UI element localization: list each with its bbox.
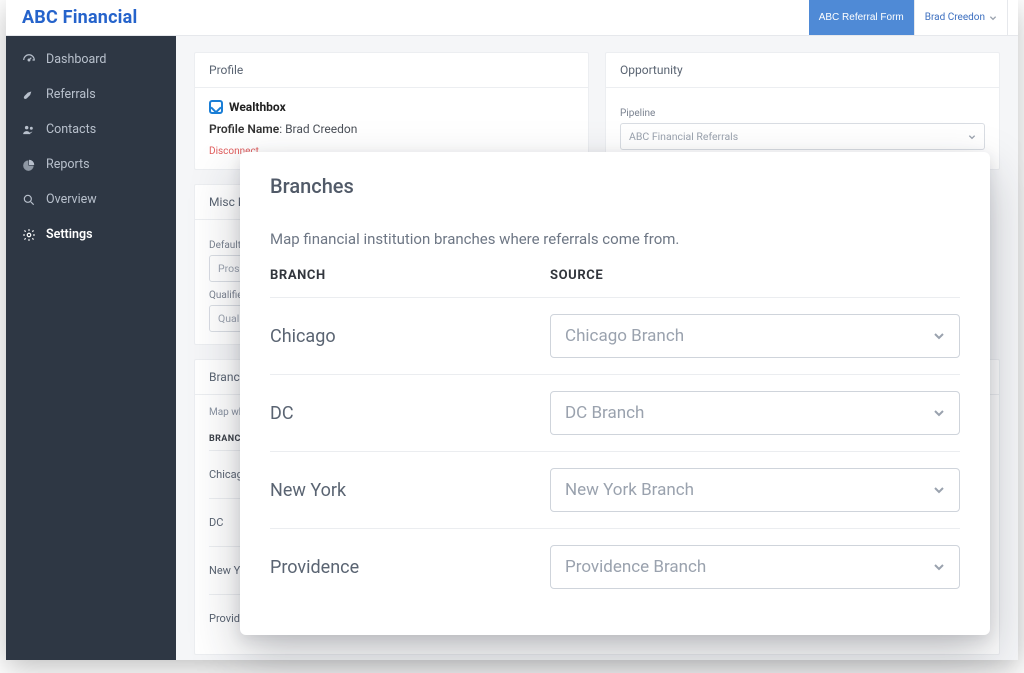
sidebar-item-contacts[interactable]: Contacts [6, 112, 176, 147]
branch-name: Chicago [270, 326, 550, 347]
source-value: Chicago Branch [565, 326, 684, 346]
sidebar-item-label: Contacts [46, 122, 96, 137]
chevron-down-icon [968, 133, 976, 141]
user-name: Brad Creedon [925, 12, 985, 23]
source-value: New York Branch [565, 480, 694, 500]
chevron-down-icon [933, 484, 945, 496]
source-select[interactable]: DC Branch [550, 391, 960, 435]
referral-form-button[interactable]: ABC Referral Form [809, 0, 914, 35]
chevron-down-icon [933, 407, 945, 419]
profile-name-value: Brad Creedon [285, 122, 357, 136]
table-row: New York New York Branch [270, 451, 960, 528]
branch-name: DC [270, 403, 550, 424]
profile-card-title: Profile [195, 53, 588, 88]
brand-title: ABC Financial [22, 7, 137, 28]
pie-icon [22, 158, 36, 172]
topbar: ABC Financial ABC Referral Form Brad Cre… [6, 0, 1018, 36]
wealthbox-icon [209, 100, 223, 114]
panel-source-header: SOURCE [550, 268, 603, 283]
sidebar-item-settings[interactable]: Settings [6, 217, 176, 252]
source-value: Providence Branch [565, 557, 706, 577]
sidebar-item-label: Referrals [46, 87, 96, 102]
source-select[interactable]: Chicago Branch [550, 314, 960, 358]
table-row: DC DC Branch [270, 374, 960, 451]
sidebar: Dashboard Referrals Contacts Reports Ove… [6, 36, 176, 660]
chevron-down-icon [933, 330, 945, 342]
table-row: Providence Providence Branch [270, 528, 960, 605]
top-actions: ABC Referral Form Brad Creedon [809, 0, 1008, 35]
search-icon [22, 193, 36, 207]
sidebar-item-referrals[interactable]: Referrals [6, 77, 176, 112]
branch-name: Providence [270, 557, 550, 578]
integration-label: Wealthbox [229, 100, 286, 114]
sidebar-item-label: Dashboard [46, 52, 106, 67]
profile-name-line: Profile Name: Brad Creedon [209, 122, 574, 136]
source-select[interactable]: New York Branch [550, 468, 960, 512]
source-select[interactable]: Providence Branch [550, 545, 960, 589]
opportunity-card-title: Opportunity [606, 53, 999, 88]
panel-desc: Map financial institution branches where… [270, 230, 960, 248]
pipeline-value: ABC Financial Referrals [629, 130, 738, 143]
sidebar-item-dashboard[interactable]: Dashboard [6, 42, 176, 77]
table-row: Chicago Chicago Branch [270, 297, 960, 374]
gear-icon [22, 228, 36, 242]
sidebar-item-label: Overview [46, 192, 97, 207]
sidebar-item-overview[interactable]: Overview [6, 182, 176, 217]
panel-branch-header: BRANCH [270, 268, 550, 283]
gauge-icon [22, 53, 36, 67]
rocket-icon [22, 88, 36, 102]
sidebar-item-label: Reports [46, 157, 90, 172]
pipeline-select[interactable]: ABC Financial Referrals [620, 123, 985, 150]
user-menu[interactable]: Brad Creedon [914, 0, 1008, 35]
branch-name: New York [270, 480, 550, 501]
source-value: DC Branch [565, 403, 644, 423]
sidebar-item-label: Settings [46, 227, 93, 242]
chevron-down-icon [933, 561, 945, 573]
sidebar-item-reports[interactable]: Reports [6, 147, 176, 182]
panel-title: Branches [270, 174, 960, 198]
pipeline-label: Pipeline [620, 108, 985, 119]
branches-panel: Branches Map financial institution branc… [240, 152, 990, 635]
integration-name: Wealthbox [209, 100, 574, 114]
profile-name-label: Profile Name [209, 122, 279, 136]
chevron-down-icon [989, 14, 997, 22]
users-icon [22, 123, 36, 137]
